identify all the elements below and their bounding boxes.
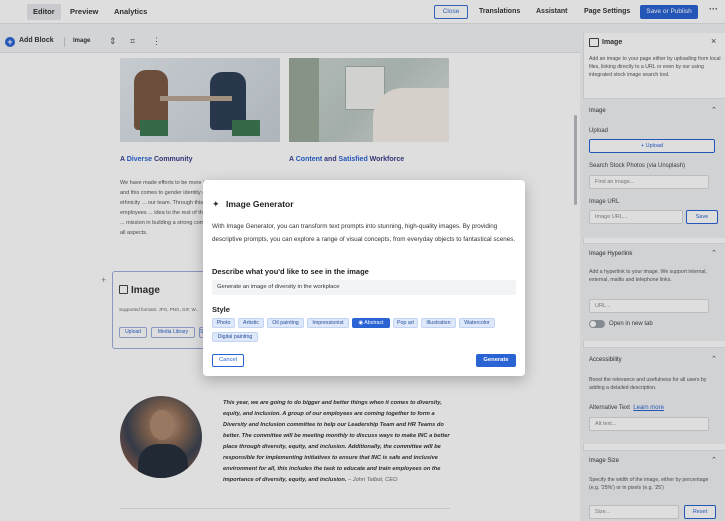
style-chip-abstract[interactable]: ◉ Abstract: [352, 318, 390, 328]
prompt-input[interactable]: Generate an image of diversity in the wo…: [212, 280, 516, 295]
style-chip-digital-painting[interactable]: Digital painting: [212, 332, 258, 342]
style-chip-impressionist[interactable]: Impressionist: [307, 318, 349, 328]
style-chip-pop-art[interactable]: Pop art: [393, 318, 418, 328]
style-chip-watercolor[interactable]: Watercolor: [459, 318, 495, 328]
style-chip-illustration[interactable]: Illustration: [421, 318, 456, 328]
magic-wand-icon: ✦: [212, 199, 220, 209]
prompt-label: Describe what you'd like to see in the i…: [212, 267, 369, 276]
style-chip-artistic[interactable]: Artistic: [238, 318, 264, 328]
dialog-title: Image Generator: [226, 199, 294, 209]
style-label: Style: [212, 305, 230, 314]
style-chip-photo[interactable]: Photo: [212, 318, 235, 328]
generate-button[interactable]: Generate: [476, 354, 516, 367]
cancel-button[interactable]: Cancel: [212, 354, 244, 367]
image-generator-dialog: ✦ Image Generator With Image Generator, …: [203, 180, 525, 376]
dialog-description: With Image Generator, you can transform …: [212, 223, 516, 243]
style-chip-oil-painting[interactable]: Oil painting: [267, 318, 304, 328]
